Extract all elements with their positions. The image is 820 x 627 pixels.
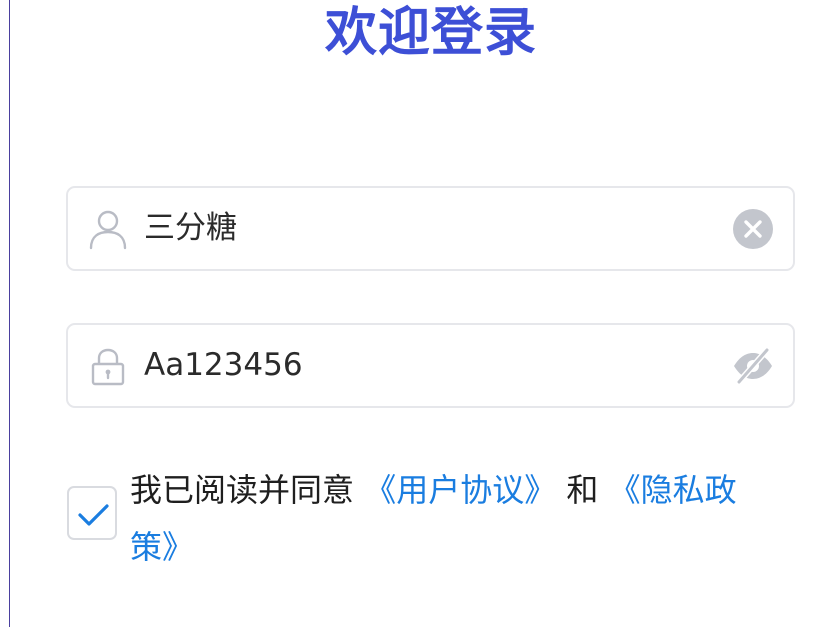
- user-icon: [87, 208, 129, 250]
- password-field[interactable]: Aa123456: [66, 323, 795, 408]
- username-field[interactable]: 三分糖: [66, 186, 795, 271]
- agreement-checkbox[interactable]: [67, 486, 117, 540]
- user-agreement-link[interactable]: 《用户协议》: [364, 471, 556, 509]
- username-value[interactable]: 三分糖: [144, 188, 237, 269]
- password-value[interactable]: Aa123456: [144, 325, 303, 406]
- eye-off-icon[interactable]: [731, 344, 775, 388]
- check-icon: [78, 504, 109, 526]
- lock-icon: [87, 345, 129, 387]
- agreement-connector: 和: [556, 471, 609, 509]
- clear-icon[interactable]: [731, 207, 775, 251]
- left-border-line: [9, 0, 10, 627]
- agreement-text: 我已阅读并同意 《用户协议》 和 《隐私政策》: [130, 462, 780, 576]
- login-page: 欢迎登录 三分糖 Aa123456 我已阅读并同意 《用户协议》 和 《隐私政策…: [0, 0, 820, 627]
- page-title: 欢迎登录: [324, 3, 537, 63]
- agreement-prefix: 我已阅读并同意: [130, 471, 365, 509]
